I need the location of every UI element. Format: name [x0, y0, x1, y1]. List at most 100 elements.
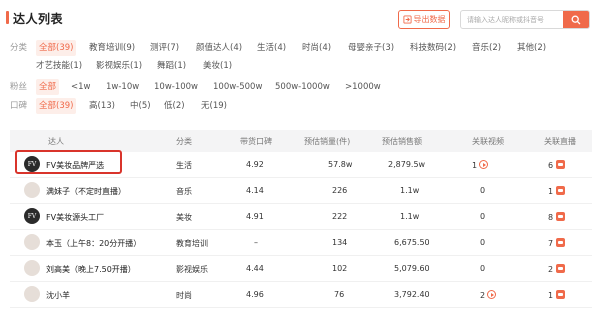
lives-count: 2	[548, 265, 554, 274]
lives-cell[interactable]: 2	[548, 264, 566, 274]
reputation-chip[interactable]: 无(19)	[201, 98, 227, 114]
reputation-chip[interactable]: 高(13)	[89, 98, 115, 114]
fans-chip[interactable]: 全部	[36, 79, 60, 95]
sales-cell: 76	[334, 290, 345, 299]
fans-filter-label: 粉丝	[10, 82, 28, 92]
fans-chip[interactable]: >1000w	[345, 79, 381, 95]
category-cell: 美妆	[176, 213, 192, 222]
table-row[interactable]: 满妹子（不定时直播） 音乐 4.14 226 1.1w 0 1	[10, 178, 592, 204]
revenue-cell: 1.1w	[400, 212, 420, 221]
influencer-name[interactable]: FV美妆源头工厂	[46, 212, 104, 223]
lives-cell[interactable]: 6	[548, 160, 566, 170]
search-input[interactable]	[461, 11, 564, 28]
live-stream-icon[interactable]	[556, 264, 566, 273]
category-chip[interactable]: 测评(7)	[150, 40, 179, 56]
avatar	[24, 286, 40, 302]
fans-chip[interactable]: 1w-10w	[106, 79, 139, 95]
lives-cell[interactable]: 1	[548, 186, 566, 196]
fans-chip[interactable]: 500w-1000w	[275, 79, 330, 95]
videos-cell[interactable]: 1	[472, 160, 489, 170]
category-filter-row: 分类 全部(39) 教育培训(9) 测评(7) 颜值达人(4) 生活(4) 时尚…	[0, 40, 600, 56]
search-icon	[571, 15, 581, 24]
score-cell: 4.91	[246, 212, 264, 221]
category-cell: 时尚	[176, 291, 192, 300]
sales-cell: 102	[332, 264, 348, 273]
lives-count: 7	[548, 239, 554, 248]
table-row[interactable]: 沈小羊 时尚 4.96 76 3,792.40 2 1	[10, 282, 592, 308]
column-header-videos[interactable]: 关联视频	[472, 136, 504, 147]
title-accent-bar	[6, 11, 9, 24]
lives-count: 6	[548, 161, 554, 170]
sales-cell: 134	[332, 238, 348, 247]
avatar	[24, 260, 40, 276]
live-stream-icon[interactable]	[556, 160, 566, 169]
avatar-initials: FV	[27, 212, 37, 220]
reputation-chip[interactable]: 低(2)	[164, 98, 185, 114]
category-chip[interactable]: 时尚(4)	[302, 40, 331, 56]
column-header-revenue[interactable]: 预估销售额	[382, 136, 422, 147]
category-chip[interactable]: 生活(4)	[257, 40, 286, 56]
category-chip[interactable]: 才艺技能(1)	[36, 58, 82, 74]
category-cell: 影视娱乐	[176, 265, 208, 274]
sales-cell: 222	[332, 212, 348, 221]
fans-chip[interactable]: 100w-500w	[213, 79, 262, 95]
reputation-chip[interactable]: 全部(39)	[36, 98, 77, 114]
live-stream-icon[interactable]	[556, 238, 566, 247]
play-circle-icon[interactable]	[487, 290, 497, 299]
table-header: 达人 分类 带货口碑 预估销量(件) 预估销售额 关联视频 关联直播	[10, 130, 592, 152]
category-cell: 生活	[176, 161, 192, 170]
live-stream-icon[interactable]	[556, 290, 566, 299]
videos-cell: 0	[480, 212, 486, 221]
lives-count: 1	[548, 291, 554, 300]
category-chip[interactable]: 科技数码(2)	[410, 40, 456, 56]
play-circle-icon[interactable]	[479, 160, 489, 169]
live-stream-icon[interactable]	[556, 212, 566, 221]
influencer-name[interactable]: 本玉（上午8：20分开播）	[46, 238, 141, 249]
category-chip[interactable]: 全部(39)	[36, 40, 77, 56]
category-chip[interactable]: 母婴亲子(3)	[348, 40, 394, 56]
column-header-sales-volume[interactable]: 预估销量(件)	[304, 136, 350, 147]
fans-chip[interactable]: <1w	[71, 79, 90, 95]
influencer-name[interactable]: 沈小羊	[46, 290, 70, 301]
category-chip[interactable]: 舞蹈(1)	[157, 58, 186, 74]
column-header-lives[interactable]: 关联直播	[544, 136, 576, 147]
category-filter-row-2: 才艺技能(1) 影视娱乐(1) 舞蹈(1) 美妆(1)	[0, 58, 600, 74]
reputation-chip[interactable]: 中(5)	[130, 98, 151, 114]
category-chip[interactable]: 颜值达人(4)	[196, 40, 242, 56]
category-chip[interactable]: 美妆(1)	[203, 58, 232, 74]
table-row[interactable]: 刘高美（晚上7.50开播） 影视娱乐 4.44 102 5,079.60 0 2	[10, 256, 592, 282]
videos-count: 1	[472, 161, 478, 170]
column-header-category: 分类	[176, 137, 192, 146]
page-title: 达人列表	[13, 12, 64, 26]
export-data-button[interactable]: 导出数据	[398, 10, 450, 29]
category-chip[interactable]: 影视娱乐(1)	[96, 58, 142, 74]
highlight-annotation-box	[15, 150, 122, 174]
lives-cell[interactable]: 7	[548, 238, 566, 248]
category-chip[interactable]: 音乐(2)	[472, 40, 501, 56]
search-box	[460, 10, 590, 29]
score-cell: 4.44	[246, 264, 264, 273]
influencer-name[interactable]: 刘高美（晚上7.50开播）	[46, 264, 136, 275]
score-cell: 4.96	[246, 290, 264, 299]
lives-cell[interactable]: 1	[548, 290, 566, 300]
revenue-cell: 6,675.50	[394, 238, 430, 247]
revenue-cell: 1.1w	[400, 186, 420, 195]
videos-cell[interactable]: 2	[480, 290, 497, 300]
revenue-cell: 5,079.60	[394, 264, 430, 273]
sales-cell: 57.8w	[328, 160, 353, 169]
score-cell: 4.14	[246, 186, 264, 195]
lives-cell[interactable]: 8	[548, 212, 566, 222]
videos-cell: 0	[480, 238, 486, 247]
table-row[interactable]: FV FV美妆源头工厂 美妆 4.91 222 1.1w 0 8	[10, 204, 592, 230]
lives-count: 8	[548, 213, 554, 222]
search-button[interactable]	[563, 11, 589, 28]
influencer-name[interactable]: 满妹子（不定时直播）	[46, 186, 126, 197]
fans-chip[interactable]: 10w-100w	[154, 79, 198, 95]
avatar: FV	[24, 208, 40, 224]
table-row[interactable]: 本玉（上午8：20分开播） 教育培训 – 134 6,675.50 0 7	[10, 230, 592, 256]
live-stream-icon[interactable]	[556, 186, 566, 195]
category-chip[interactable]: 教育培训(9)	[89, 40, 135, 56]
category-chip[interactable]: 其他(2)	[517, 40, 546, 56]
fans-filter-row: 粉丝 全部 <1w 1w-10w 10w-100w 100w-500w 500w…	[0, 79, 600, 95]
column-header-reputation[interactable]: 带货口碑	[240, 136, 272, 147]
